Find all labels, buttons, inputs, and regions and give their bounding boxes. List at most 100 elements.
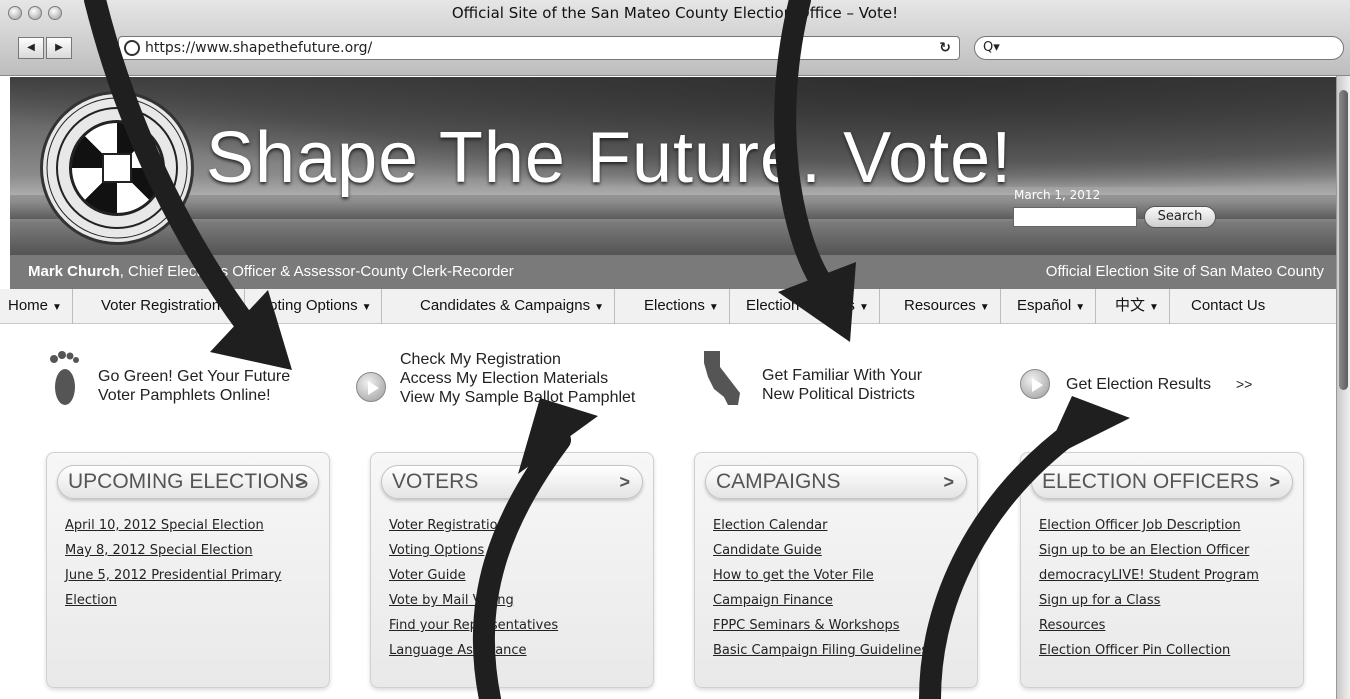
nav-label: Resources: [904, 297, 976, 314]
box-link[interactable]: Candidate Guide: [713, 538, 928, 563]
seal-house-icon: [102, 153, 132, 183]
voters-links: Voter Registration Voting Options Voter …: [389, 513, 558, 663]
election-results-link[interactable]: Get Election Results: [1066, 375, 1211, 394]
browser-search-field[interactable]: Q▾: [974, 36, 1344, 60]
officer-info-bar: Mark Church, Chief Elections Officer & A…: [10, 255, 1336, 289]
access-materials-link[interactable]: Access My Election Materials: [400, 369, 608, 388]
site-search-input[interactable]: [1013, 207, 1137, 227]
back-button[interactable]: ◀: [18, 37, 44, 59]
chevron-down-icon: ▼: [52, 302, 62, 313]
main-navigation: Home ▼ Voter Registration ▼ Voting Options…: [0, 289, 1336, 324]
box-link[interactable]: Election Officer Job Description: [1039, 513, 1259, 538]
forward-button[interactable]: ▶: [46, 37, 72, 59]
nav-contact-us[interactable]: Contact Us: [1183, 289, 1275, 324]
nav-home[interactable]: Home ▼: [0, 289, 73, 324]
nav-espanol[interactable]: Español ▼: [1009, 289, 1097, 324]
upcoming-elections-links: April 10, 2012 Special Election May 8, 2…: [65, 513, 281, 613]
box-link[interactable]: Election Calendar: [713, 513, 928, 538]
election-officers-box: ELECTION OFFICERS > Election Officer Job …: [1020, 452, 1304, 688]
box-title: VOTERS: [392, 470, 479, 493]
nav-elections[interactable]: Elections ▼: [636, 289, 730, 324]
nav-label: 中文: [1115, 297, 1146, 314]
chevron-down-icon: ▼: [361, 302, 372, 313]
box-link[interactable]: June 5, 2012 Presidential Primary: [65, 563, 281, 588]
go-green-feature[interactable]: Go Green! Get Your Future Voter Pamphlet…: [48, 347, 348, 419]
box-link[interactable]: Sign up to be an Election Officer: [1039, 538, 1259, 563]
forward-arrow-icon: ▶: [55, 42, 63, 53]
go-green-line2: Voter Pamphlets Online!: [98, 387, 271, 404]
url-text: https://www.shapethefuture.org/: [145, 40, 373, 56]
box-title: UPCOMING ELECTIONS: [68, 470, 309, 493]
nav-resources[interactable]: Resources ▼: [896, 289, 1001, 324]
go-green-line1: Go Green! Get Your Future: [98, 368, 291, 385]
header-banner: Shape The Future. Vote! March 1, 2012 Se…: [10, 77, 1336, 255]
reload-icon[interactable]: ↻: [939, 37, 951, 59]
nav-label: Voting Options: [260, 297, 358, 314]
chevron-down-icon: ▼: [1075, 302, 1086, 313]
seal-emblem: [69, 120, 165, 216]
box-link[interactable]: April 10, 2012 Special Election: [65, 513, 281, 538]
chevron-down-icon: ▼: [224, 302, 235, 313]
nav-label: Contact Us: [1191, 297, 1266, 314]
nav-voting-options[interactable]: Voting Options ▼: [252, 289, 383, 324]
box-title: CAMPAIGNS: [716, 470, 841, 493]
check-registration-link[interactable]: Check My Registration: [400, 350, 561, 369]
current-date: March 1, 2012: [1014, 188, 1101, 202]
election-officers-links: Election Officer Job Description Sign up…: [1039, 513, 1259, 663]
sample-ballot-link[interactable]: View My Sample Ballot Pamphlet: [400, 388, 635, 407]
chevron-down-icon: ▼: [858, 302, 869, 313]
campaigns-box: CAMPAIGNS > Election Calendar Candidate G…: [694, 452, 978, 688]
nav-chinese[interactable]: 中文 ▼: [1107, 289, 1170, 324]
box-arrow: >: [295, 472, 306, 492]
nav-label: Español: [1017, 297, 1072, 314]
upcoming-elections-header[interactable]: UPCOMING ELECTIONS >: [57, 465, 319, 499]
box-link[interactable]: Campaign Finance: [713, 588, 928, 613]
box-link[interactable]: Voter Registration: [389, 513, 558, 538]
districts-feature[interactable]: Get Familiar With Your New Political Dis…: [700, 349, 980, 421]
registration-feature[interactable]: Check My Registration Access My Election…: [356, 350, 676, 422]
box-link[interactable]: FPPC Seminars & Workshops: [713, 613, 928, 638]
vertical-scrollbar[interactable]: [1336, 76, 1350, 699]
nav-label: Elections: [644, 297, 705, 314]
site-search-button[interactable]: Search: [1144, 206, 1216, 228]
campaigns-header[interactable]: CAMPAIGNS >: [705, 465, 967, 499]
box-arrow: >: [619, 472, 630, 492]
box-link[interactable]: How to get the Voter File: [713, 563, 928, 588]
play-icon: [1020, 369, 1050, 399]
box-link[interactable]: Basic Campaign Filing Guidelines: [713, 638, 928, 663]
election-officers-header[interactable]: ELECTION OFFICERS >: [1031, 465, 1293, 499]
voters-header[interactable]: VOTERS >: [381, 465, 643, 499]
box-link[interactable]: Vote by Mail Voting: [389, 588, 558, 613]
box-link[interactable]: Voter Guide: [389, 563, 558, 588]
footprint-icon: [50, 351, 79, 405]
window-title: Official Site of the San Mateo County El…: [451, 4, 899, 22]
scroll-thumb[interactable]: [1339, 90, 1348, 390]
nav-election-officers[interactable]: Election Officers ▼: [738, 289, 880, 324]
results-feature[interactable]: Get Election Results >>: [1020, 367, 1300, 403]
campaigns-links: Election Calendar Candidate Guide How to…: [713, 513, 928, 663]
box-link[interactable]: Election: [65, 588, 281, 613]
box-link[interactable]: democracyLIVE! Student Program: [1039, 563, 1259, 588]
county-seal-logo[interactable]: [40, 91, 194, 245]
box-title: ELECTION OFFICERS: [1042, 470, 1260, 493]
nav-label: Home: [8, 297, 49, 314]
districts-line1: Get Familiar With Your: [762, 367, 923, 384]
box-link[interactable]: Resources: [1039, 613, 1259, 638]
back-arrow-icon: ◀: [27, 42, 35, 53]
box-link[interactable]: Election Officer Pin Collection: [1039, 638, 1259, 663]
web-page: Shape The Future. Vote! March 1, 2012 Se…: [0, 77, 1336, 699]
globe-icon: [124, 40, 140, 56]
box-link[interactable]: Find your Representatives: [389, 613, 558, 638]
box-link[interactable]: Voting Options: [389, 538, 558, 563]
box-link[interactable]: May 8, 2012 Special Election: [65, 538, 281, 563]
upcoming-elections-box: UPCOMING ELECTIONS > April 10, 2012 Speci…: [46, 452, 330, 688]
nav-candidates-campaigns[interactable]: Candidates & Campaigns ▼: [412, 289, 616, 324]
nav-voter-registration[interactable]: Voter Registration ▼: [93, 289, 246, 324]
official-site-label: Official Election Site of San Mateo Coun…: [1045, 263, 1324, 280]
address-bar[interactable]: https://www.shapethefuture.org/ ↻: [118, 36, 960, 60]
box-arrow: >: [943, 472, 954, 492]
box-arrow: >: [1269, 472, 1280, 492]
box-link[interactable]: Language Assistance: [389, 638, 558, 663]
site-tagline: Shape The Future. Vote!: [206, 118, 1013, 198]
box-link[interactable]: Sign up for a Class: [1039, 588, 1259, 613]
